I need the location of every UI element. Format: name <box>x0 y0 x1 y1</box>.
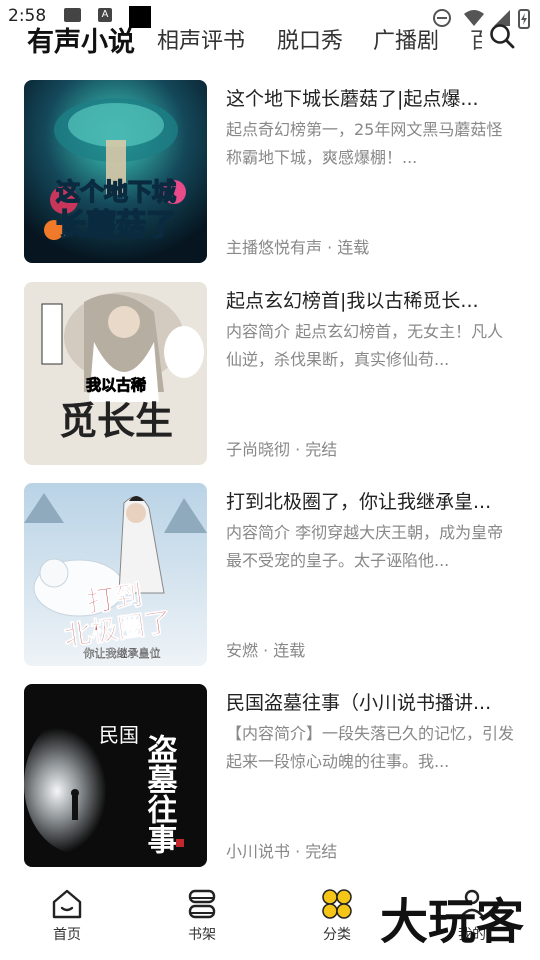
cover-subtitle: 你让我继承皇位 <box>84 646 161 660</box>
nav-category[interactable]: 分类 <box>297 886 377 944</box>
book-meta: 小川说书 · 完结 <box>226 842 338 861</box>
tab-crosstalk[interactable]: 相声评书 <box>157 23 245 55</box>
tab-radio-drama[interactable]: 广播剧 <box>373 23 439 55</box>
tab-talkshow[interactable]: 脱口秀 <box>277 23 343 55</box>
book-cover[interactable]: 打到 北极圈了 你让我继承皇位 <box>24 483 207 666</box>
cover-title-line2: 觅长生 <box>59 398 173 443</box>
tab-audiobook[interactable]: 有声小说 <box>27 20 135 59</box>
cover-title-line1: 我以古稀 <box>86 376 146 394</box>
nav-home-label: 首页 <box>53 927 81 943</box>
tab-more[interactable]: 百 <box>470 23 482 55</box>
book-meta: 子尚晓彻 · 完结 <box>226 440 338 459</box>
book-cover[interactable]: 民国 盗墓往事 <box>24 684 207 867</box>
book-meta: 主播悠悦有声 · 连载 <box>226 238 370 257</box>
book-description: 内容简介 李彻穿越大庆王朝，成为皇帝最不受宠的皇子。太子诬陷他... <box>226 523 504 570</box>
home-icon <box>52 889 82 919</box>
book-description: 【内容简介】一段失落已久的记忆，引发起来一段惊心动魄的往事。我... <box>226 724 515 771</box>
book-item[interactable]: 这个地下城 长蘑菇了 这个地下城长蘑菇了|起点爆... 起点奇幻榜第一，25年网… <box>0 80 540 264</box>
watermark-logo: 大玩客 <box>380 894 524 948</box>
book-description: 内容简介 起点玄幻榜首，无女主！凡人仙逆，杀伐果断，真实修仙苟... <box>226 322 504 369</box>
book-item[interactable]: 我以古稀 觅长生 起点玄幻榜首|我以古稀觅长... 内容简介 起点玄幻榜首，无女… <box>0 282 540 466</box>
cover-title-line2: 盗墓往事 <box>142 734 179 854</box>
book-title[interactable]: 这个地下城长蘑菇了|起点爆... <box>226 84 518 111</box>
book-title[interactable]: 起点玄幻榜首|我以古稀觅长... <box>226 286 518 313</box>
nav-bookshelf-label: 书架 <box>188 927 216 943</box>
book-item[interactable]: 民国 盗墓往事 民国盗墓往事（小川说书播讲... 【内容简介】一段失落已久的记忆… <box>0 684 540 868</box>
book-title[interactable]: 打到北极圈了，你让我继承皇... <box>226 487 518 514</box>
cover-title-line2: 长蘑菇了 <box>56 208 176 243</box>
cover-title-line1: 民国 <box>99 723 139 747</box>
book-description: 起点奇幻榜第一，25年网文黑马蘑菇怪称霸地下城，爽感爆棚！... <box>226 120 503 167</box>
nav-home[interactable]: 首页 <box>27 886 107 944</box>
book-item[interactable]: 打到 北极圈了 你让我继承皇位 打到北极圈了，你让我继承皇... 内容简介 李彻… <box>0 483 540 667</box>
bookshelf-icon <box>188 889 216 919</box>
book-title[interactable]: 民国盗墓往事（小川说书播讲... <box>226 688 518 715</box>
top-tab-bar: 有声小说 相声评书 脱口秀 广播剧 百 <box>0 14 540 60</box>
book-cover[interactable]: 我以古稀 觅长生 <box>24 282 207 465</box>
nav-bookshelf[interactable]: 书架 <box>162 886 242 944</box>
book-meta: 安燃 · 连载 <box>226 641 306 660</box>
nav-category-label: 分类 <box>323 927 351 943</box>
category-icon <box>322 889 352 919</box>
search-icon[interactable] <box>488 22 516 50</box>
book-cover[interactable]: 这个地下城 长蘑菇了 <box>24 80 207 263</box>
cover-title-line1: 这个地下城 <box>56 178 176 206</box>
watermark-text: 大玩客 <box>380 894 524 948</box>
